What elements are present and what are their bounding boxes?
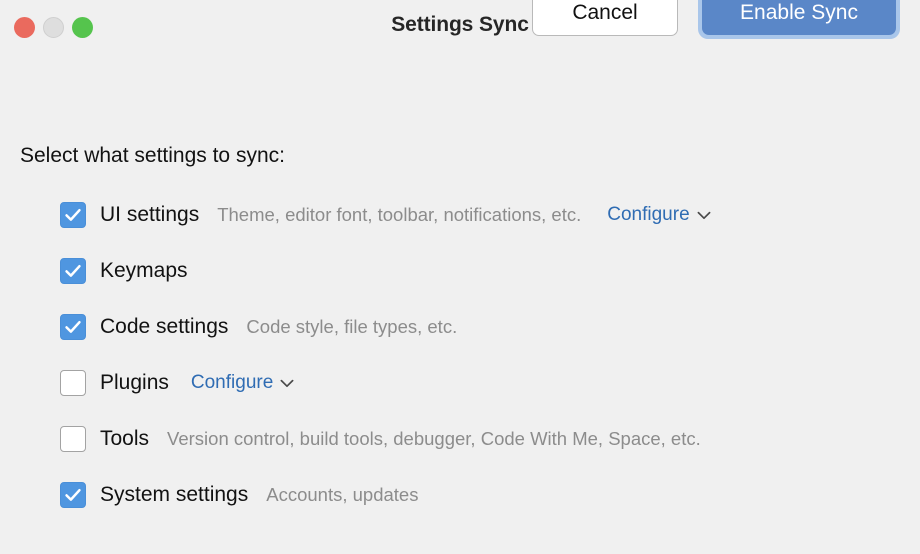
checkbox-keymaps[interactable] xyxy=(60,258,86,284)
checkbox-system-settings[interactable] xyxy=(60,482,86,508)
sync-options-list: UI settings Theme, editor font, toolbar,… xyxy=(60,200,916,510)
check-icon xyxy=(65,488,81,501)
sync-option-row: Plugins Configure xyxy=(60,368,916,398)
sync-option-label: Tools xyxy=(100,427,150,450)
cancel-button[interactable]: Cancel xyxy=(532,0,678,36)
settings-sync-window: Settings Sync Select what settings to sy… xyxy=(0,0,920,554)
sync-option-label: Keymaps xyxy=(100,259,188,282)
checkbox-tools[interactable] xyxy=(60,426,86,452)
checkbox-plugins[interactable] xyxy=(60,370,86,396)
sync-option-row: Keymaps xyxy=(60,256,916,286)
sync-option-description: Accounts, updates xyxy=(266,484,419,505)
chevron-down-icon xyxy=(697,211,711,219)
check-icon xyxy=(65,264,81,277)
sync-option-label: Plugins xyxy=(100,371,169,394)
configure-link-label: Configure xyxy=(190,372,274,393)
dialog-footer: Cancel Enable Sync xyxy=(532,0,900,39)
sync-option-description: Code style, file types, etc. xyxy=(246,316,458,337)
sync-option-row: Code settings Code style, file types, et… xyxy=(60,312,916,342)
enable-sync-focus-ring: Enable Sync xyxy=(698,0,900,39)
sync-option-row: System settings Accounts, updates xyxy=(60,480,916,510)
check-icon xyxy=(65,320,81,333)
sync-option-label: Code settings xyxy=(100,315,229,338)
check-icon xyxy=(65,208,81,221)
configure-link-plugins[interactable]: Configure xyxy=(191,372,294,394)
checkbox-ui-settings[interactable] xyxy=(60,202,86,228)
chevron-down-icon xyxy=(280,379,294,387)
sync-option-row: UI settings Theme, editor font, toolbar,… xyxy=(60,200,916,230)
sync-option-label: UI settings xyxy=(100,203,200,226)
checkbox-code-settings[interactable] xyxy=(60,314,86,340)
configure-link-ui-settings[interactable]: Configure xyxy=(607,204,711,226)
sync-option-label: System settings xyxy=(100,483,249,506)
enable-sync-button[interactable]: Enable Sync xyxy=(702,0,896,35)
sync-option-row: Tools Version control, build tools, debu… xyxy=(60,424,916,454)
prompt-label: Select what settings to sync: xyxy=(20,144,285,167)
sync-option-description: Theme, editor font, toolbar, notificatio… xyxy=(217,204,582,225)
sync-option-description: Version control, build tools, debugger, … xyxy=(167,428,701,449)
configure-link-label: Configure xyxy=(607,204,690,225)
